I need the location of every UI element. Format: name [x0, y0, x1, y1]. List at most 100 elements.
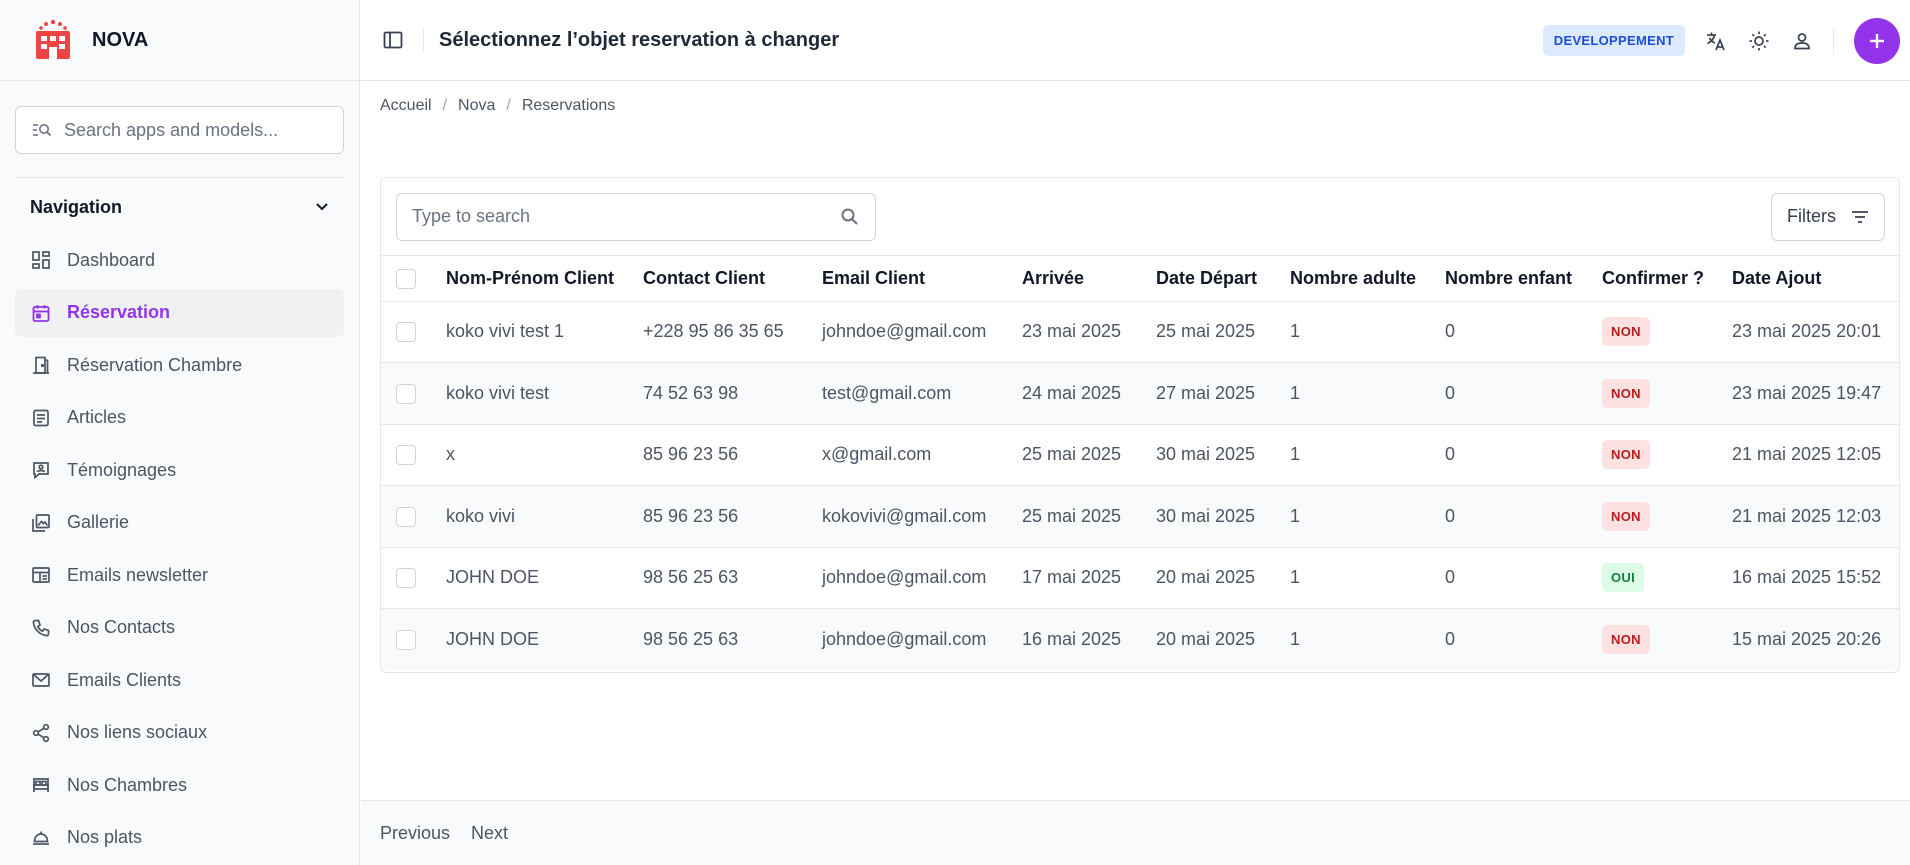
status-badge: NON [1602, 501, 1650, 531]
sidebar-toggle-icon[interactable] [381, 28, 405, 52]
sidebar-item-reservation-chambre[interactable]: Réservation Chambre [15, 341, 344, 389]
column-header-email[interactable]: Email Client [822, 256, 1022, 302]
cell-children: 0 [1445, 629, 1456, 649]
sidebar-item-articles[interactable]: Articles [15, 394, 344, 442]
previous-page-link[interactable]: Previous [380, 823, 450, 844]
table-row[interactable]: JOHN DOE 98 56 25 63 johndoe@gmail.com 1… [381, 608, 1899, 671]
select-all-checkbox[interactable] [396, 268, 416, 289]
testimonial-icon [30, 459, 52, 481]
row-checkbox[interactable] [396, 568, 416, 589]
table-row[interactable]: koko vivi 85 96 23 56 kokovivi@gmail.com… [381, 485, 1899, 548]
table-search-input[interactable] [412, 206, 812, 227]
column-header-confirmed[interactable]: Confirmer ? [1602, 256, 1732, 302]
brand-name: NOVA [92, 28, 149, 51]
cell-adults: 1 [1290, 362, 1445, 425]
row-checkbox[interactable] [396, 630, 416, 651]
sidebar-item-nos-plats[interactable]: Nos plats [15, 814, 344, 862]
column-header-contact[interactable]: Contact Client [643, 256, 822, 302]
plus-icon [1870, 33, 1884, 48]
sidebar-item-gallerie[interactable]: Gallerie [15, 499, 344, 547]
filter-icon [1852, 210, 1868, 223]
sidebar-search-input[interactable] [64, 119, 324, 141]
translate-icon[interactable] [1704, 29, 1728, 53]
sidebar-item-label: Nos Chambres [67, 774, 188, 795]
calendar-icon [30, 302, 52, 324]
sidebar-item-emails-newsletter[interactable]: Emails newsletter [15, 551, 344, 599]
share-icon [30, 722, 52, 744]
header-divider [423, 27, 424, 53]
nav-section-header[interactable]: Navigation [0, 178, 359, 236]
table-row[interactable]: x 85 96 23 56 x@gmail.com 25 mai 2025 30… [381, 424, 1899, 486]
article-icon [30, 407, 52, 429]
cell-children: 0 [1445, 424, 1602, 486]
sidebar-item-reservation[interactable]: Réservation [15, 288, 344, 337]
table-row[interactable]: JOHN DOE 98 56 25 63 johndoe@gmail.com 1… [381, 547, 1899, 609]
sidebar: NOVA Navigation Dashboard Réser [0, 0, 360, 865]
add-button[interactable] [1854, 17, 1900, 64]
cell-departure: 30 mai 2025 [1156, 424, 1290, 486]
cell-contact: +228 95 86 35 65 [643, 301, 822, 363]
newsletter-icon [30, 564, 52, 586]
theme-sun-icon[interactable] [1747, 29, 1771, 53]
status-badge: NON [1602, 378, 1650, 408]
cell-contact: 74 52 63 98 [643, 362, 822, 425]
sidebar-item-label: Nos liens sociaux [67, 722, 208, 742]
cell-contact: 85 96 23 56 [643, 424, 822, 486]
cell-name[interactable]: JOHN DOE [446, 547, 643, 609]
cell-departure: 20 mai 2025 [1156, 629, 1256, 649]
cell-name[interactable]: koko vivi [446, 485, 643, 548]
next-page-link[interactable]: Next [471, 823, 508, 844]
sidebar-item-nos-chambres[interactable]: Nos Chambres [15, 761, 344, 809]
cell-contact: 98 56 25 63 [643, 547, 822, 609]
search-icon[interactable] [840, 207, 860, 227]
reservations-card: Filters Nom-Prénom Client Contact Client… [380, 177, 1900, 673]
status-badge: OUI [1602, 563, 1645, 593]
row-checkbox[interactable] [396, 322, 416, 343]
sidebar-item-dashboard[interactable]: Dashboard [15, 236, 344, 284]
cell-arrival: 25 mai 2025 [1022, 424, 1156, 486]
column-header-name[interactable]: Nom-Prénom Client [446, 256, 643, 302]
column-header-adults[interactable]: Nombre adulte [1290, 256, 1445, 302]
column-header-children[interactable]: Nombre enfant [1445, 256, 1602, 302]
row-checkbox[interactable] [396, 383, 416, 404]
filters-button[interactable]: Filters [1771, 192, 1885, 241]
sidebar-item-label: Emails newsletter [67, 564, 209, 585]
sidebar-item-nos-liens-sociaux[interactable]: Nos liens sociaux [15, 709, 344, 757]
cell-email: johndoe@gmail.com [822, 547, 1022, 609]
table-row[interactable]: koko vivi test 1 +228 95 86 35 65 johndo… [381, 301, 1899, 363]
column-header-arrival[interactable]: Arrivée [1022, 256, 1156, 302]
sidebar-item-temoignages[interactable]: Témoignages [15, 446, 344, 494]
user-icon[interactable] [1790, 29, 1814, 53]
column-header-departure[interactable]: Date Départ [1156, 256, 1290, 302]
sidebar-item-label: Nos Contacts [67, 617, 176, 637]
cell-contact: 98 56 25 63 [643, 629, 739, 649]
breadcrumb-current: Reservations [521, 97, 616, 114]
brand[interactable]: NOVA [0, 0, 359, 81]
table-header-row: Nom-Prénom Client Contact Client Email C… [381, 256, 1899, 302]
cell-children: 0 [1445, 362, 1602, 425]
row-checkbox[interactable] [396, 506, 416, 527]
breadcrumb-home-link[interactable]: Accueil [380, 97, 432, 115]
table-search[interactable] [396, 192, 876, 241]
sidebar-search[interactable] [15, 106, 344, 154]
table-row[interactable]: koko vivi test 74 52 63 98 test@gmail.co… [381, 362, 1899, 425]
cell-arrival: 16 mai 2025 [1022, 629, 1122, 649]
row-checkbox[interactable] [396, 445, 416, 466]
sidebar-item-label: Emails Clients [67, 669, 182, 690]
sidebar-item-emails-clients[interactable]: Emails Clients [15, 656, 344, 704]
cell-adults: 1 [1290, 424, 1445, 486]
status-badge: NON [1602, 440, 1650, 470]
sidebar-item-nos-contacts[interactable]: Nos Contacts [15, 604, 344, 652]
cell-name[interactable]: JOHN DOE [446, 609, 643, 671]
cell-name[interactable]: koko vivi test [446, 362, 643, 425]
mail-icon [30, 669, 52, 691]
breadcrumb-app-link[interactable]: Nova [458, 97, 495, 115]
cell-name[interactable]: koko vivi test 1 [446, 301, 643, 363]
cell-arrival: 23 mai 2025 [1022, 301, 1156, 363]
select-all-cell [381, 256, 446, 302]
cell-email: kokovivi@gmail.com [822, 485, 1022, 548]
cell-name[interactable]: x [446, 424, 643, 486]
cell-children: 0 [1445, 301, 1602, 363]
column-header-date-added[interactable]: Date Ajout [1732, 256, 1899, 302]
cell-date-added: 16 mai 2025 15:52 [1732, 547, 1899, 609]
